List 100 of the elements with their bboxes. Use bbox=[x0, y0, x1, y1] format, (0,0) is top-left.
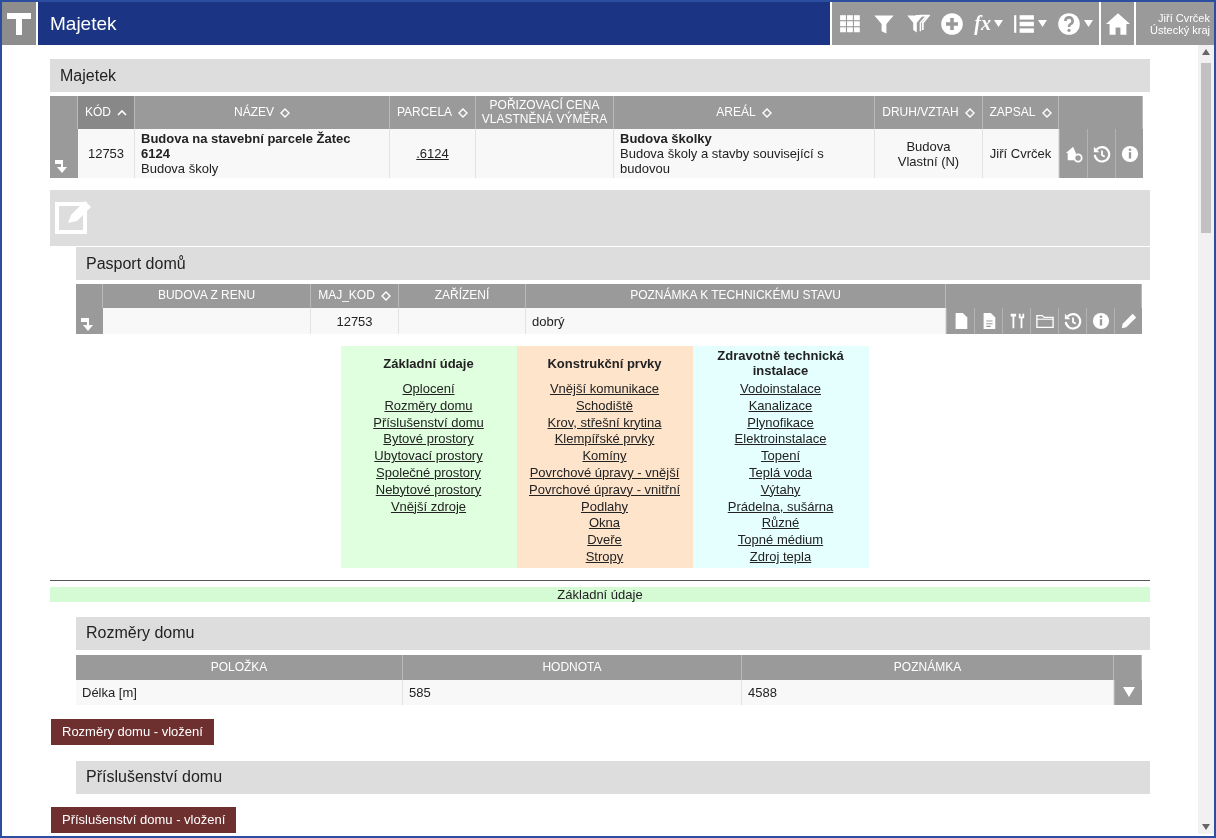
folder-icon[interactable] bbox=[1035, 312, 1054, 330]
sort-ascending-icon[interactable] bbox=[117, 108, 127, 117]
menu-link[interactable]: Klempířské prvky bbox=[554, 431, 655, 449]
area-name: Budova školky bbox=[620, 131, 713, 146]
sort-icon[interactable] bbox=[1041, 107, 1052, 118]
action-cell[interactable] bbox=[974, 308, 1002, 334]
history-icon[interactable] bbox=[1063, 312, 1082, 330]
parcel-link[interactable]: .6124 bbox=[416, 146, 449, 161]
section-header: Pasport domů bbox=[76, 247, 1150, 280]
building-type: Budova školy bbox=[141, 161, 220, 176]
menu-link[interactable]: Vnější zdroje bbox=[390, 498, 467, 516]
action-cell[interactable] bbox=[1058, 308, 1086, 334]
menu-link[interactable]: Rozměry domu bbox=[384, 397, 473, 415]
scrollbar-thumb[interactable] bbox=[1201, 63, 1211, 233]
dropdown-arrow-icon[interactable] bbox=[1122, 687, 1135, 698]
info-icon[interactable] bbox=[1091, 312, 1110, 330]
table-cell: Délka [m] bbox=[76, 679, 403, 705]
turn-down-arrow-icon[interactable] bbox=[54, 158, 70, 174]
add-button[interactable]: Příslušenství domu - vložení bbox=[51, 806, 237, 833]
scroll-up-icon[interactable] bbox=[1202, 49, 1210, 55]
building-name: Budova na stavební parcele Žatec 6124 bbox=[141, 131, 352, 161]
house-gear-icon[interactable] bbox=[1064, 144, 1083, 163]
turn-down-arrow-icon[interactable] bbox=[80, 316, 96, 332]
menu-link[interactable]: Různé bbox=[761, 515, 800, 533]
menu-link[interactable]: Oplocení bbox=[402, 381, 455, 398]
menu-link[interactable]: Nebytové prostory bbox=[375, 481, 482, 499]
action-cell[interactable] bbox=[1086, 308, 1114, 334]
menu-link[interactable]: Topné médium bbox=[737, 532, 824, 549]
caret-icon[interactable] bbox=[994, 20, 1003, 27]
sort-icon[interactable] bbox=[280, 107, 290, 118]
menu-link[interactable]: Zdroj tepla bbox=[749, 548, 812, 566]
menu-link[interactable]: Společné prostory bbox=[376, 465, 481, 482]
action-cell[interactable] bbox=[1114, 679, 1142, 705]
menu-link[interactable]: Komíny bbox=[582, 448, 627, 465]
menu-link[interactable]: Schodiště bbox=[575, 397, 634, 415]
menu-link[interactable]: Příslušenství domu bbox=[373, 414, 484, 432]
menu-link[interactable]: Kanalizace bbox=[748, 397, 813, 415]
column-header: POZNÁMKA K TECHNICKÉMU STAVU bbox=[526, 284, 946, 308]
column-header: HODNOTA bbox=[403, 654, 742, 680]
scroll-down-icon[interactable] bbox=[1202, 824, 1210, 830]
help-icon[interactable] bbox=[1057, 11, 1081, 36]
section-banner: Základní údaje bbox=[50, 586, 1150, 602]
caret-icon[interactable] bbox=[1084, 20, 1093, 27]
menu-link[interactable]: Topení bbox=[760, 448, 800, 465]
column-header: BUDOVA Z RENU bbox=[103, 284, 311, 308]
menu-link[interactable]: Stropy bbox=[585, 548, 624, 566]
section-header: Majetek bbox=[50, 59, 1150, 92]
table-cell: Budova Vlastní (N) bbox=[875, 129, 983, 178]
action-cell[interactable] bbox=[1059, 129, 1087, 178]
action-cell[interactable] bbox=[1115, 129, 1143, 178]
menu-link[interactable]: Prádelna, sušárna bbox=[727, 498, 834, 516]
action-cell[interactable] bbox=[1114, 308, 1142, 334]
menu-link[interactable]: Bytové prostory bbox=[383, 431, 474, 449]
menu-link[interactable]: Okna bbox=[588, 515, 621, 533]
menu-link[interactable]: Ubytovací prostory bbox=[374, 448, 483, 465]
numbered-list-icon[interactable] bbox=[1013, 12, 1035, 35]
history-icon[interactable] bbox=[1092, 144, 1111, 163]
sort-icon[interactable] bbox=[964, 107, 975, 118]
column-header: ZAŘÍZENÍ bbox=[399, 284, 526, 308]
menu-link[interactable]: Teplá voda bbox=[749, 465, 812, 482]
menu-heading: Základní údaje bbox=[383, 354, 474, 373]
menu-link[interactable]: Výtahy bbox=[760, 481, 801, 499]
sort-icon[interactable] bbox=[458, 107, 469, 118]
table-cell: 4588 bbox=[742, 679, 1114, 705]
action-cell[interactable] bbox=[1002, 308, 1030, 334]
menu-link[interactable]: Vnější komunikace bbox=[549, 381, 660, 398]
menu-heading: Zdravotně technická instalace bbox=[716, 348, 845, 378]
add-icon[interactable] bbox=[940, 11, 965, 36]
sort-icon[interactable] bbox=[761, 107, 772, 118]
column-header: POLOŽKA bbox=[76, 654, 403, 680]
menu-link[interactable]: Krov, střešní krytina bbox=[547, 414, 662, 432]
table-cell: 585 bbox=[403, 679, 742, 705]
sort-icon[interactable] bbox=[380, 291, 391, 301]
pencil-icon[interactable] bbox=[1119, 312, 1138, 330]
menu-link[interactable]: Dveře bbox=[587, 532, 622, 549]
app-logo[interactable] bbox=[2, 2, 36, 45]
action-cell[interactable] bbox=[946, 308, 974, 334]
action-cell[interactable] bbox=[1030, 308, 1058, 334]
add-button[interactable]: Rozměry domu - vložení bbox=[51, 718, 214, 745]
column-header: POZNÁMKA bbox=[742, 654, 1114, 680]
info-icon[interactable] bbox=[1120, 144, 1139, 163]
column-header: POŘIZOVACÍ CENA VLASTNĚNÁ VÝMĚRA bbox=[476, 96, 614, 129]
column-header[interactable]: KÓD bbox=[78, 96, 135, 129]
area-description: Budova školy a stavby související s budovou bbox=[620, 146, 825, 176]
menu-link[interactable]: Vodoinstalace bbox=[740, 381, 821, 398]
menu-link[interactable]: Podlahy bbox=[581, 498, 628, 516]
grid-icon[interactable] bbox=[838, 12, 863, 35]
caret-icon[interactable] bbox=[1038, 20, 1047, 27]
menu-link[interactable]: Povrchové úpravy - vnější bbox=[529, 465, 680, 482]
scrollbar[interactable] bbox=[1198, 45, 1214, 834]
menu-link[interactable]: Povrchové úpravy - vnitřní bbox=[529, 481, 680, 499]
section-header: Příslušenství domu bbox=[76, 760, 1150, 794]
home-icon[interactable] bbox=[1105, 11, 1130, 36]
menu-link[interactable]: Elektroinstalace bbox=[734, 431, 827, 449]
menu-link[interactable]: Plynofikace bbox=[747, 414, 814, 432]
row-handle[interactable] bbox=[76, 308, 103, 334]
action-cell[interactable] bbox=[1087, 129, 1115, 178]
section-header: Rozměry domu bbox=[76, 616, 1150, 650]
table-cell: 12753 bbox=[78, 129, 135, 178]
row-handle[interactable] bbox=[50, 129, 78, 178]
